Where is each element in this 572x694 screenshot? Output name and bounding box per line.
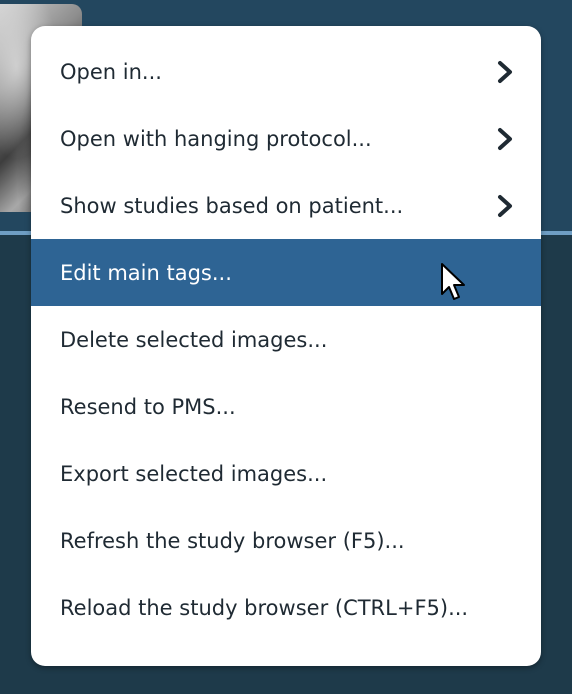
menu-item-label: Reload the study browser (CTRL+F5)... — [60, 595, 469, 620]
menu-item-reload-study-browser[interactable]: Reload the study browser (CTRL+F5)... — [31, 574, 541, 641]
menu-item-edit-main-tags[interactable]: Edit main tags... — [31, 239, 541, 306]
menu-item-open-in[interactable]: Open in... — [31, 38, 541, 105]
chevron-right-icon — [498, 194, 512, 217]
menu-item-label: Open in... — [60, 59, 162, 84]
menu-item-resend-to-pms[interactable]: Resend to PMS... — [31, 373, 541, 440]
menu-item-refresh-study-browser[interactable]: Refresh the study browser (F5)... — [31, 507, 541, 574]
menu-item-label: Resend to PMS... — [60, 394, 236, 419]
menu-item-label: Refresh the study browser (F5)... — [60, 528, 405, 553]
menu-item-delete-selected-images[interactable]: Delete selected images... — [31, 306, 541, 373]
menu-item-label: Show studies based on patient... — [60, 193, 404, 218]
context-menu: Open in... Open with hanging protocol...… — [31, 26, 541, 666]
menu-item-label: Export selected images... — [60, 461, 328, 486]
menu-item-export-selected-images[interactable]: Export selected images... — [31, 440, 541, 507]
menu-item-open-with-hanging-protocol[interactable]: Open with hanging protocol... — [31, 105, 541, 172]
menu-item-label: Open with hanging protocol... — [60, 126, 372, 151]
menu-item-label: Delete selected images... — [60, 327, 328, 352]
menu-item-label: Edit main tags... — [60, 260, 232, 285]
menu-item-show-studies-based-on-patient[interactable]: Show studies based on patient... — [31, 172, 541, 239]
chevron-right-icon — [498, 60, 512, 83]
chevron-right-icon — [498, 127, 512, 150]
